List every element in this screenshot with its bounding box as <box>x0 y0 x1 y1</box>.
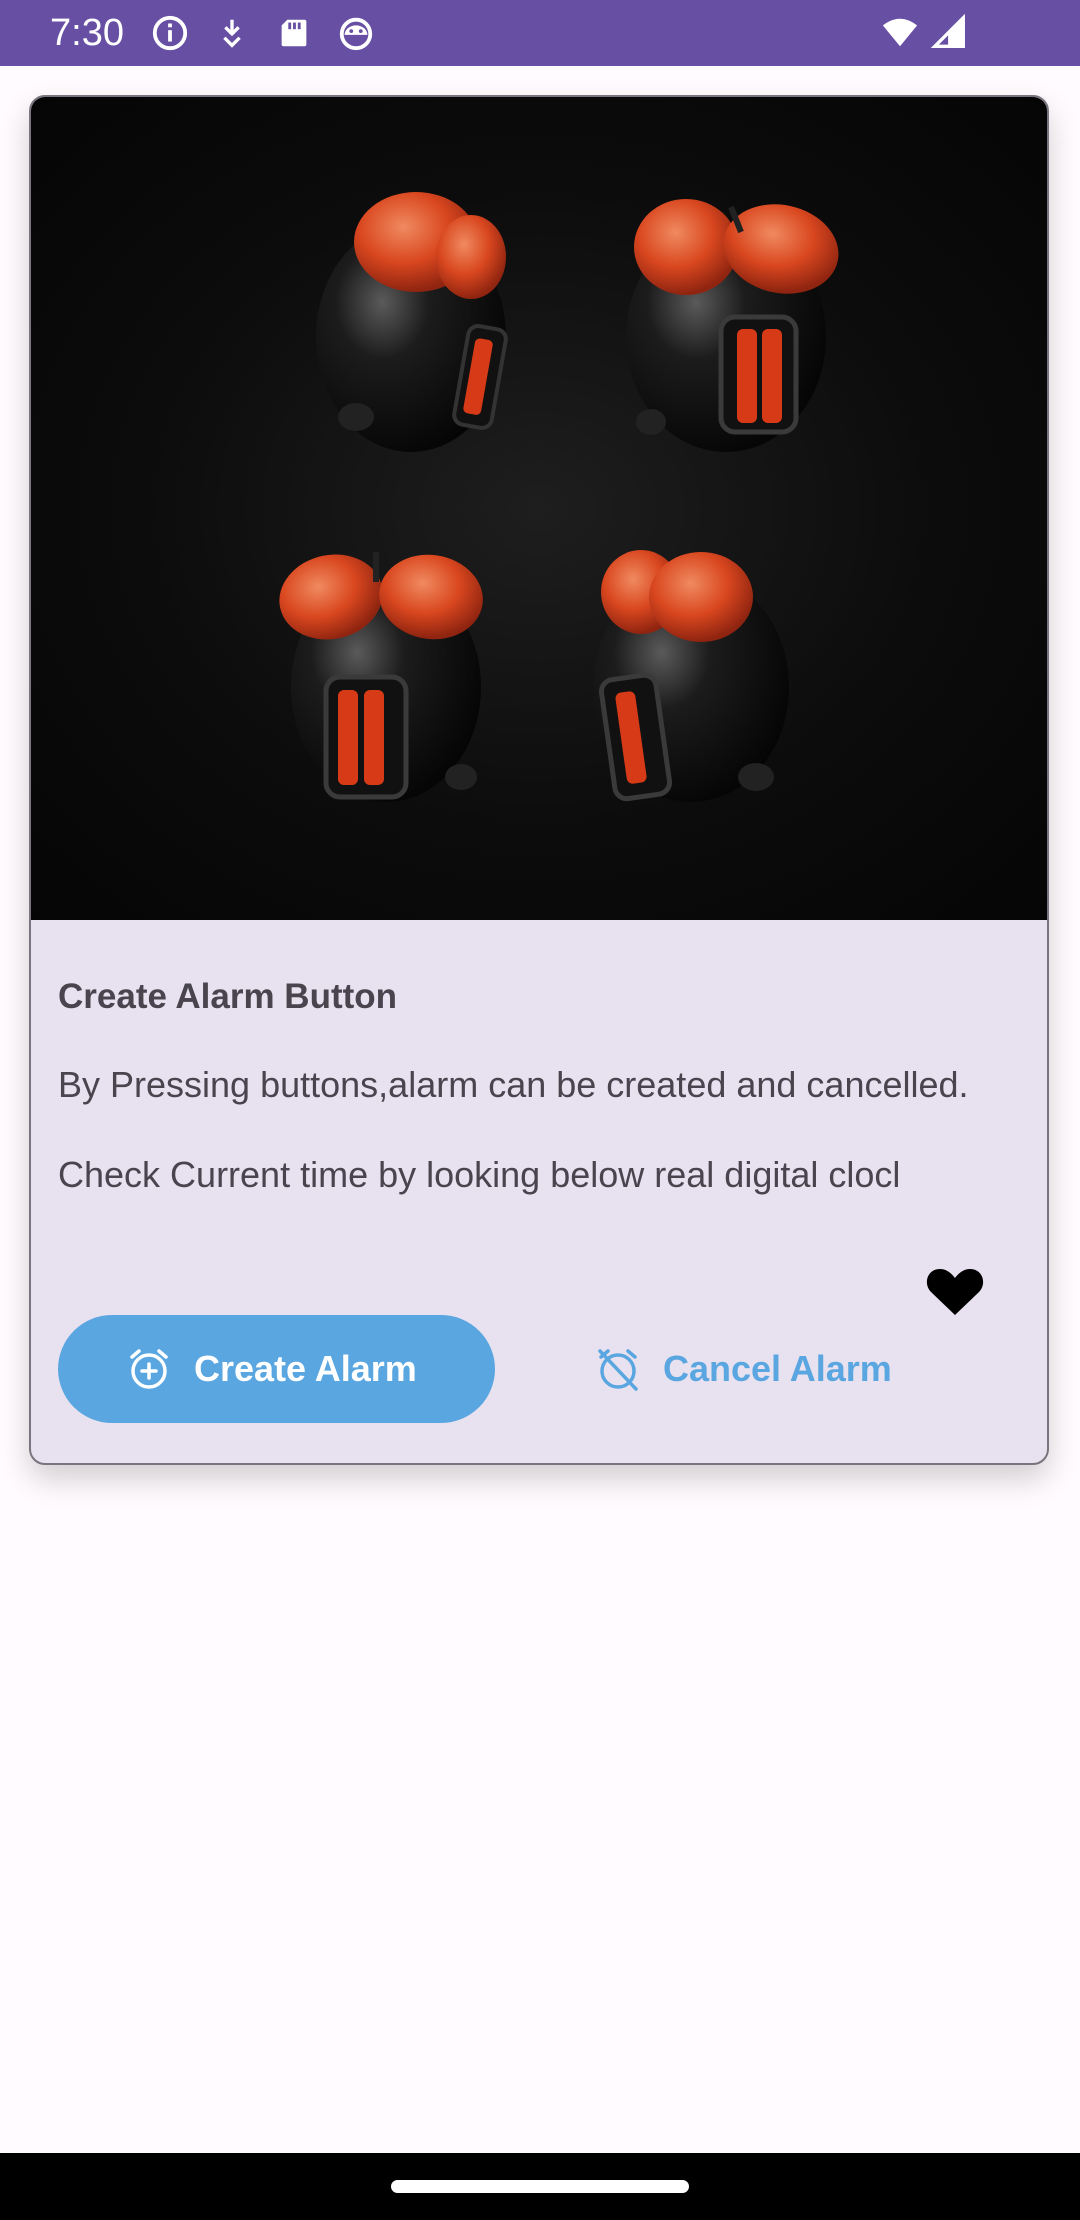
alarm-clock-3 <box>279 552 483 802</box>
download-icon <box>223 19 241 48</box>
alarm-card: Create Alarm Button By Pressing buttons,… <box>29 95 1049 1465</box>
create-alarm-button[interactable]: Create Alarm <box>58 1315 495 1423</box>
status-bar: 7:30 <box>0 0 1080 66</box>
create-alarm-label: Create Alarm <box>194 1348 417 1389</box>
cancel-alarm-label: Cancel Alarm <box>663 1348 892 1389</box>
alarm-clocks-image <box>31 97 1047 920</box>
signal-icon <box>930 14 965 48</box>
info-icon <box>152 15 188 51</box>
status-icons-left <box>150 14 376 52</box>
status-time: 7:30 <box>50 12 124 54</box>
home-gesture-handle[interactable] <box>391 2180 689 2193</box>
alarm-clock-1 <box>316 192 508 452</box>
heart-icon[interactable] <box>925 1265 985 1317</box>
navigation-bar <box>0 2153 1080 2220</box>
cancel-alarm-button[interactable]: Cancel Alarm <box>561 1315 941 1423</box>
android-debug-icon <box>339 17 373 51</box>
status-icons-right <box>880 14 970 52</box>
alarm-add-icon <box>130 1349 168 1389</box>
card-title: Create Alarm Button <box>58 977 398 1016</box>
alarm-off-icon <box>598 1349 638 1391</box>
alarm-clock-2 <box>626 199 839 452</box>
sd-card-icon <box>281 19 307 47</box>
card-description: By Pressing buttons,alarm can be created… <box>58 1064 969 1195</box>
wifi-icon <box>882 18 918 47</box>
alarm-clock-4 <box>593 550 789 802</box>
